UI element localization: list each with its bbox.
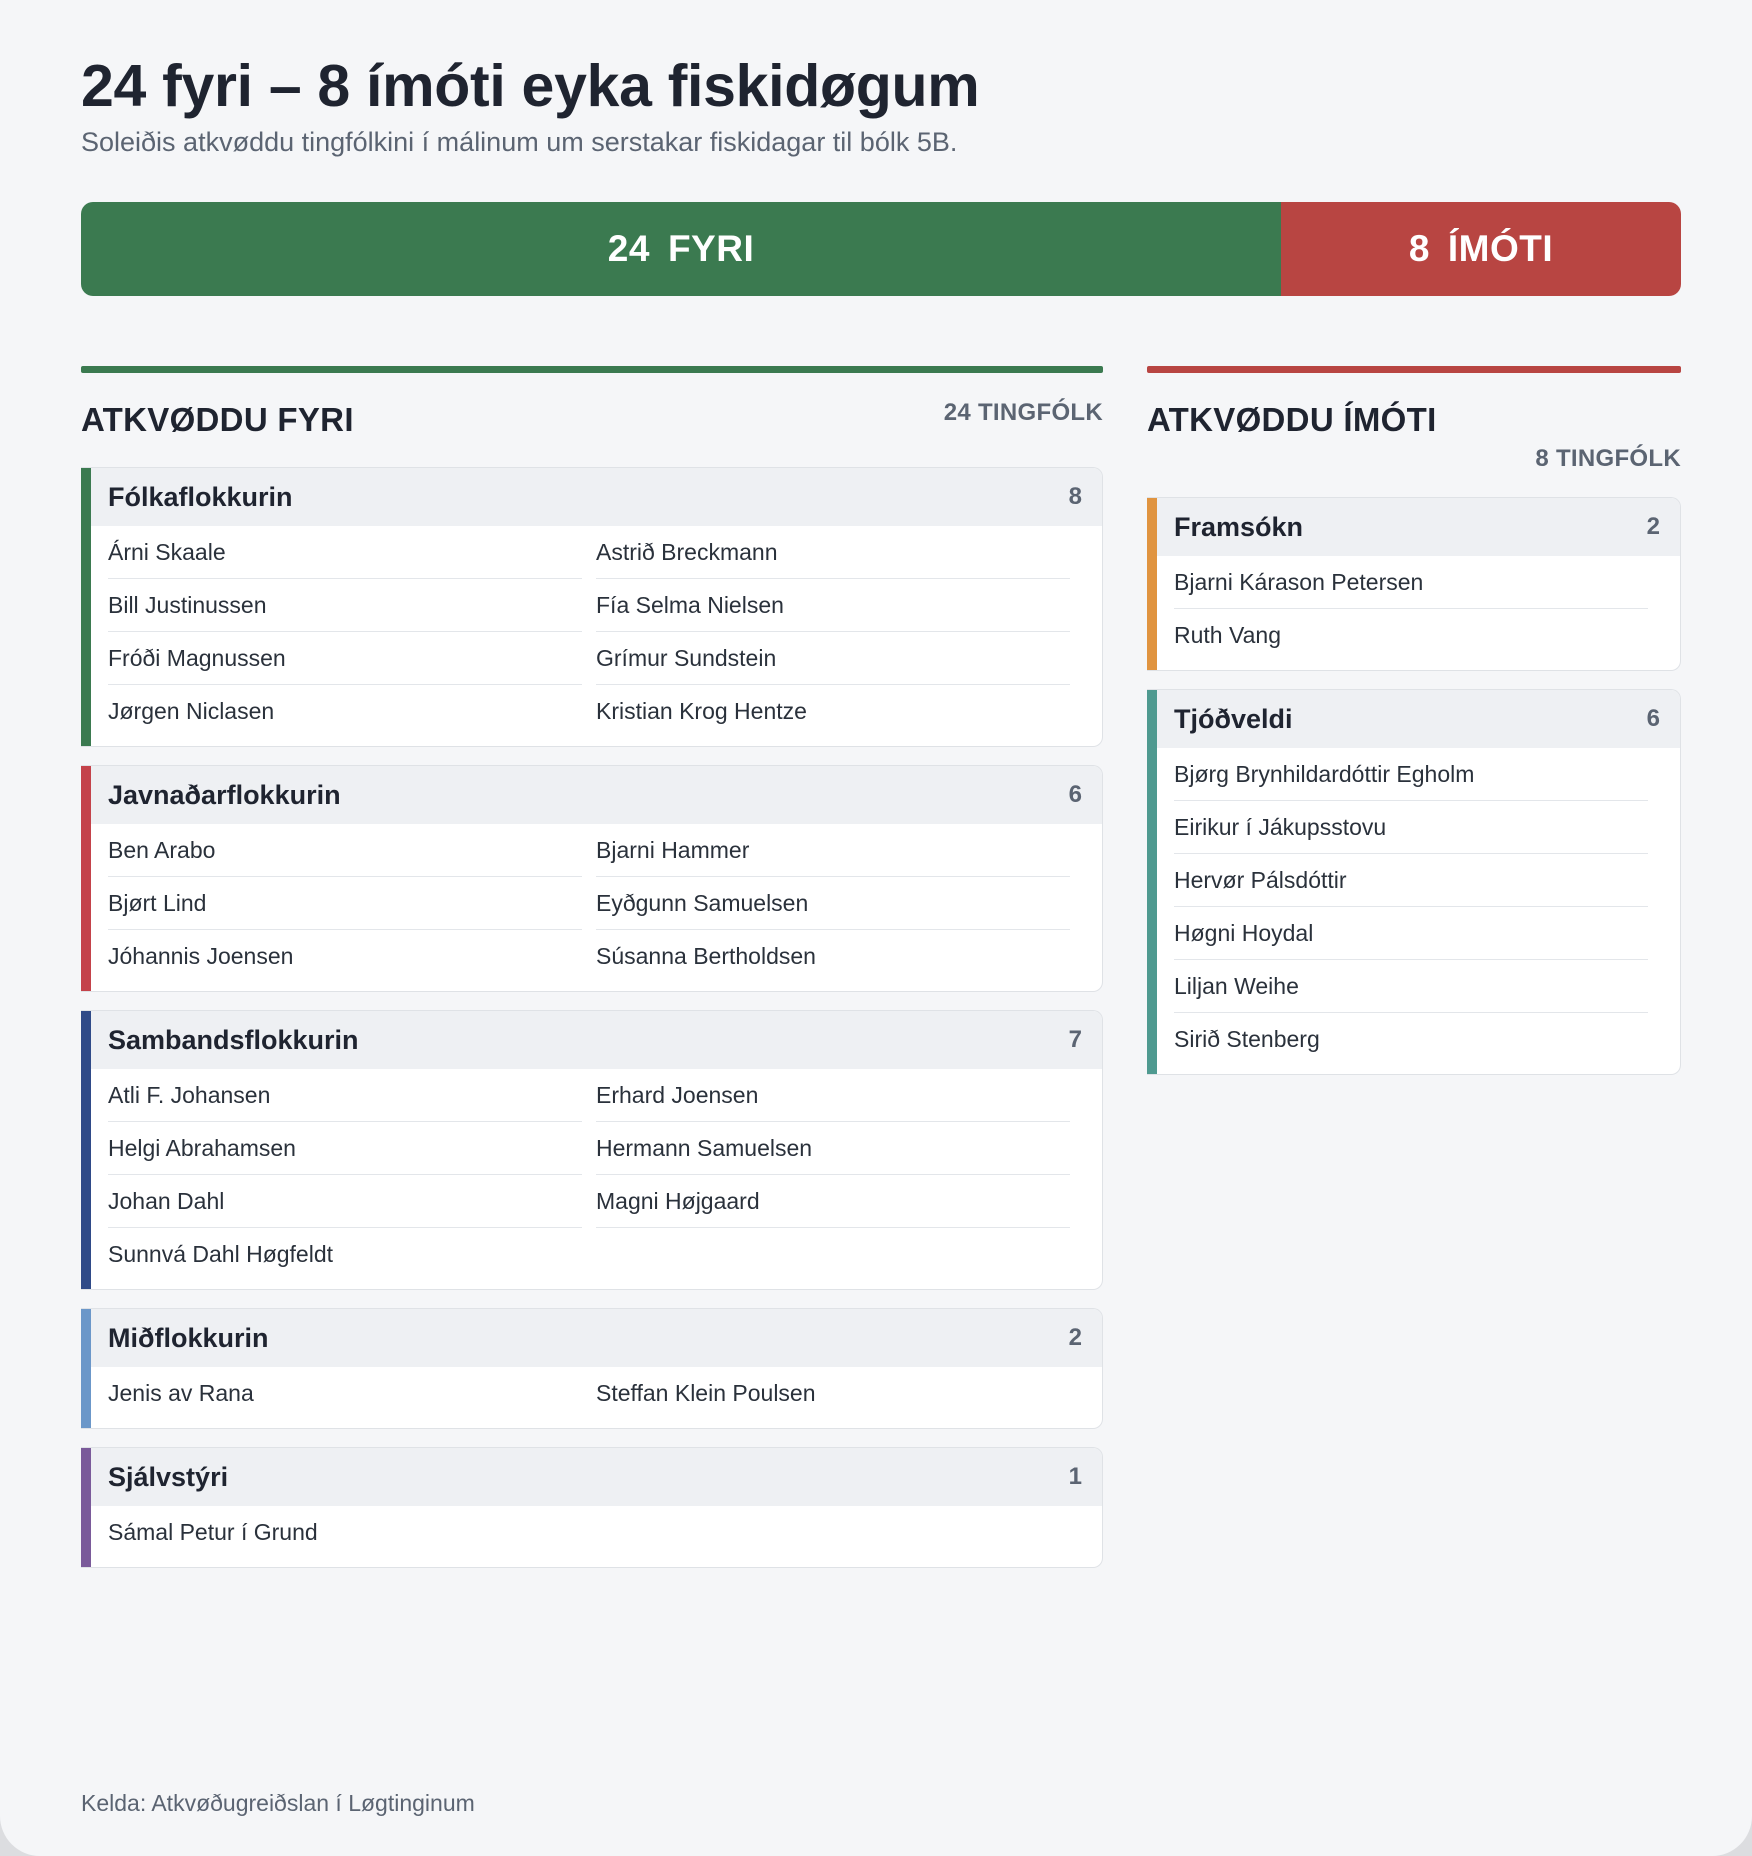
page: 24 fyri – 8 ímóti eyka fiskidøgum Soleið… [0,0,1752,1856]
member-name: Hermann Samuelsen [596,1122,1070,1175]
voted-against-count: 8 TINGFÓLK [1535,445,1681,472]
member-name: Jørgen Niclasen [108,697,275,724]
party-name: Javnaðarflokkurin [108,779,341,810]
member-name: Jóhannis Joensen [108,942,294,969]
member-list: Sámal Petur í Grund [81,1506,1102,1567]
party-member-count: 1 [1068,1463,1082,1490]
party-member-count: 8 [1068,483,1082,510]
member-name: Eirikur í Jákupsstovu [1174,801,1648,854]
member-name: Ruth Vang [1174,621,1281,648]
member-name: Fía Selma Nielsen [596,579,1070,632]
member-list: Jenis av Rana Steffan Klein Poulsen [81,1367,1102,1428]
member-name: Sámal Petur í Grund [108,1518,318,1545]
voted-against-column: ATKVØDDU ÍMÓTI 8 TINGFÓLK Framsókn 2 Bjarn… [1147,366,1681,1093]
party-header: Framsókn 2 [1147,498,1680,556]
voted-for-title: ATKVØDDU FYRI [81,401,354,438]
party-name: Framsókn [1174,511,1304,542]
vote-bar-yes: 24 FYRI [81,202,1281,296]
member-name: Fróði Magnussen [108,632,582,685]
party-member-count: 7 [1068,1026,1082,1053]
party-header: Fólkaflokkurin 8 [81,468,1102,526]
party-card: Framsókn 2 Bjarni Kárason Petersen Ruth Van… [1147,497,1681,671]
yes-count: 24 [607,228,650,269]
member-name: Magni Højgaard [596,1175,1070,1228]
party-card: Javnaðarflokkurin 6 Ben Arabo Bjarni Hammer… [81,765,1103,992]
party-member-count: 2 [1068,1324,1082,1351]
member-name: Helgi Abrahamsen [108,1122,582,1175]
member-name: Bjarni Kárason Petersen [1174,556,1648,609]
voted-against-party-list: Framsókn 2 Bjarni Kárason Petersen Ruth Van… [1147,497,1681,1075]
vote-bar-no: 8 ÍMÓTI [1281,202,1681,296]
party-name: Sjálvstýri [108,1461,229,1492]
page-title: 24 fyri – 8 ímóti eyka fiskidøgum [81,53,980,119]
vote-tally-bar: 24 FYRI 8 ÍMÓTI [81,202,1681,296]
member-name: Kristian Krog Hentze [596,697,807,724]
party-header: Miðflokkurin 2 [81,1309,1102,1367]
party-header: Javnaðarflokkurin 6 [81,766,1102,824]
member-list: Ben Arabo Bjarni Hammer Bjørt Lind Eyðgunn … [81,824,1102,991]
voted-for-count: 24 TINGFÓLK [943,399,1103,426]
voted-for-rule [81,366,1103,373]
member-name: Súsanna Bertholdsen [596,942,816,969]
member-list: Bjørg Brynhildardóttir Egholm Eirikur í J… [1147,748,1680,1074]
source-note: Kelda: Atkvøðugreiðslan í Løgtinginum [81,1790,475,1816]
voted-against-title: ATKVØDDU ÍMÓTI [1147,401,1437,438]
yes-label: FYRI [667,228,755,269]
member-name: Høgni Hoydal [1174,907,1648,960]
member-list: Árni Skaale Astrið Breckmann Bill Justinus… [81,526,1102,746]
member-name: Sirið Stenberg [1174,1025,1320,1052]
member-name: Astrið Breckmann [596,526,1070,579]
party-name: Tjóðveldi [1174,703,1293,734]
member-name: Sunnvá Dahl Høgfeldt [108,1240,334,1267]
content: 24 fyri – 8 ímóti eyka fiskidøgum Soleið… [81,50,1681,1568]
member-name: Eyðgunn Samuelsen [596,877,1070,930]
party-name: Fólkaflokkurin [108,481,293,512]
party-card: Fólkaflokkurin 8 Árni Skaale Astrið Breckma… [81,467,1103,747]
page-subtitle: Soleiðis atkvøddu tingfólkini í málinum … [81,127,958,157]
member-name: Bjørt Lind [108,877,582,930]
member-name: Hervør Pálsdóttir [1174,854,1648,907]
voted-for-header: ATKVØDDU FYRI 24 TINGFÓLK [81,373,1103,467]
party-name: Miðflokkurin [108,1322,269,1353]
member-name: Jenis av Rana [108,1379,254,1406]
no-label: ÍMÓTI [1447,228,1554,269]
voted-for-column: ATKVØDDU FYRI 24 TINGFÓLK Fólkaflokkurin… [81,366,1103,1586]
party-card: Sambandsflokkurin 7 Atli F. Johansen Erhard… [81,1010,1103,1290]
member-list: Bjarni Kárason Petersen Ruth Vang [1147,556,1680,670]
party-card: Miðflokkurin 2 Jenis av Rana Steffan Klein … [81,1308,1103,1429]
voted-against-rule [1147,366,1681,373]
party-member-count: 6 [1068,781,1082,808]
member-name: Grímur Sundstein [596,632,1070,685]
member-name: Johan Dahl [108,1175,582,1228]
member-name: Liljan Weihe [1174,960,1648,1013]
member-name: Ben Arabo [108,824,582,877]
party-header: Sjálvstýri 1 [81,1448,1102,1506]
member-name: Bill Justinussen [108,579,582,632]
party-name: Sambandsflokkurin [108,1024,359,1055]
member-name: Bjørg Brynhildardóttir Egholm [1174,748,1648,801]
voted-for-party-list: Fólkaflokkurin 8 Árni Skaale Astrið Breckma… [81,467,1103,1568]
party-member-count: 6 [1646,705,1660,732]
member-list: Atli F. Johansen Erhard Joensen Helgi Abra… [81,1069,1102,1289]
no-count: 8 [1408,228,1430,269]
voted-against-header: ATKVØDDU ÍMÓTI 8 TINGFÓLK [1147,373,1681,497]
party-header: Tjóðveldi 6 [1147,690,1680,748]
member-name: Steffan Klein Poulsen [596,1379,816,1406]
party-header: Sambandsflokkurin 7 [81,1011,1102,1069]
party-member-count: 2 [1646,513,1660,540]
party-card: Tjóðveldi 6 Bjørg Brynhildardóttir Egholm E… [1147,689,1681,1075]
member-name: Bjarni Hammer [596,824,1070,877]
member-name: Erhard Joensen [596,1069,1070,1122]
party-card: Sjálvstýri 1 Sámal Petur í Grund [81,1447,1103,1568]
member-name: Árni Skaale [108,526,582,579]
member-name: Atli F. Johansen [108,1069,582,1122]
